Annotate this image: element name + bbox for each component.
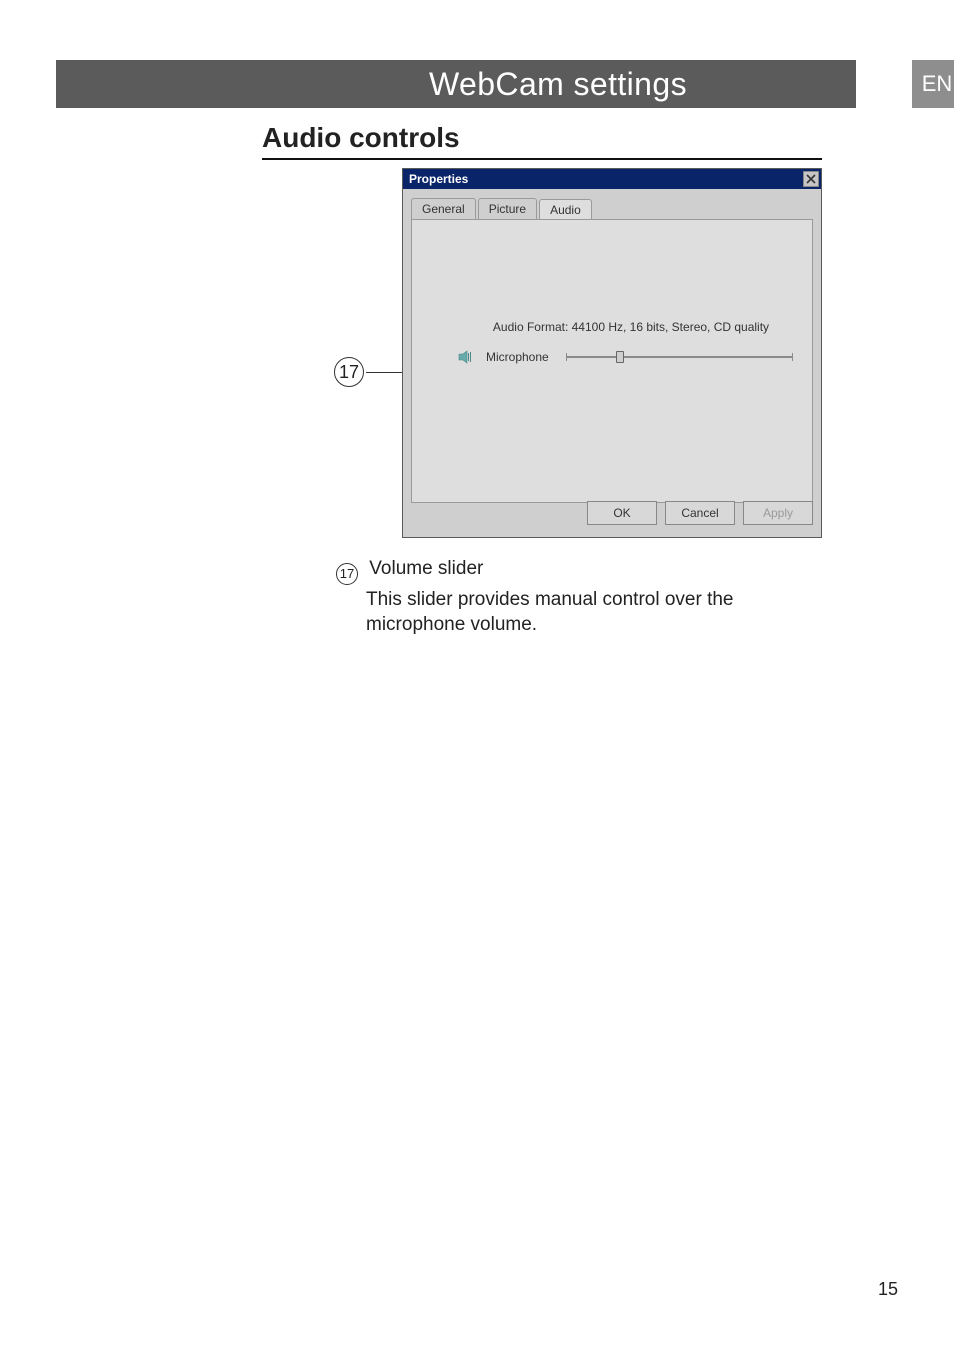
slider-track [566, 356, 792, 358]
tab-general[interactable]: General [411, 198, 476, 219]
slider-tick [792, 353, 793, 361]
audio-format-label: Audio Format: 44100 Hz, 16 bits, Stereo,… [470, 320, 792, 334]
tab-picture[interactable]: Picture [478, 198, 537, 219]
tab-strip: General Picture Audio [411, 197, 813, 219]
tab-audio[interactable]: Audio [539, 199, 592, 220]
language-label: EN [922, 71, 953, 97]
close-icon[interactable] [803, 171, 819, 187]
slider-tick [566, 353, 567, 361]
language-badge: EN [912, 60, 954, 108]
description-title-line: 17 Volume slider [336, 558, 836, 585]
properties-dialog: Properties General Picture Audio Audio F… [402, 168, 822, 538]
page-number: 15 [878, 1279, 898, 1300]
speaker-icon [458, 350, 476, 364]
dialog-buttons: OK Cancel Apply [411, 501, 813, 529]
callout-line [366, 372, 402, 373]
callout-marker-17: 17 [334, 357, 364, 387]
apply-button: Apply [743, 501, 813, 525]
description-block: 17 Volume slider This slider provides ma… [336, 558, 836, 638]
page-title: WebCam settings [429, 66, 687, 103]
section-heading: Audio controls [262, 122, 822, 160]
cancel-button[interactable]: Cancel [665, 501, 735, 525]
description-marker: 17 [336, 563, 358, 585]
callout-number: 17 [339, 362, 359, 383]
dialog-titlebar: Properties [403, 169, 821, 189]
ok-button[interactable]: OK [587, 501, 657, 525]
page-header: WebCam settings EN [56, 60, 906, 108]
header-title-bar: WebCam settings [260, 60, 856, 108]
description-body: This slider provides manual control over… [366, 587, 836, 638]
header-left-block [56, 60, 260, 108]
microphone-label: Microphone [486, 350, 556, 364]
tab-panel-audio: Audio Format: 44100 Hz, 16 bits, Stereo,… [411, 219, 813, 503]
microphone-row: Microphone [458, 348, 792, 366]
description-heading: Volume slider [369, 558, 483, 579]
slider-thumb[interactable] [616, 351, 624, 363]
microphone-volume-slider[interactable] [566, 350, 792, 364]
dialog-title: Properties [409, 172, 468, 186]
